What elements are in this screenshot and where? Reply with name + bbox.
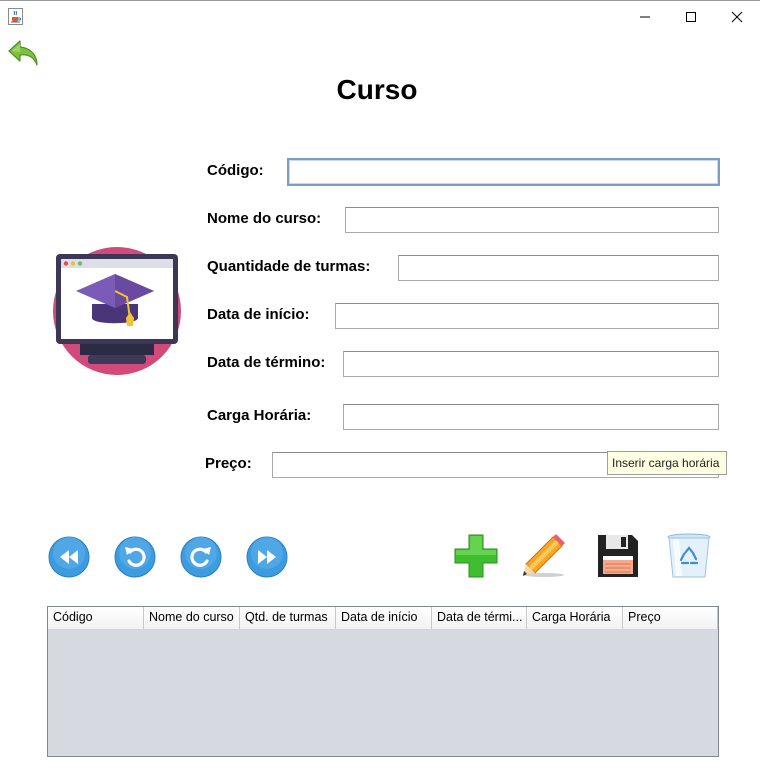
table-body [48, 630, 718, 756]
maximize-icon [686, 12, 696, 22]
window-titlebar [0, 0, 760, 32]
nome-label: Nome do curso: [207, 210, 322, 227]
previous-record-button[interactable] [114, 536, 156, 578]
preco-label: Preço: [205, 455, 252, 472]
codigo-label: Código: [207, 162, 264, 179]
column-header-data-inicio[interactable]: Data de início [336, 607, 432, 629]
quantidade-label: Quantidade de turmas: [207, 258, 371, 275]
column-header-nome[interactable]: Nome do curso [144, 607, 240, 629]
next-record-button[interactable] [180, 536, 222, 578]
last-record-button[interactable] [246, 536, 288, 578]
column-header-codigo[interactable]: Código [48, 607, 144, 629]
graduation-cap-monitor-icon [52, 247, 182, 377]
quantidade-field[interactable] [398, 255, 719, 281]
courses-table[interactable]: Código Nome do curso Qtd. de turmas Data… [47, 606, 719, 757]
first-record-button[interactable] [48, 536, 90, 578]
data-inicio-field[interactable] [335, 303, 719, 329]
last-record-icon [246, 536, 288, 578]
tooltip: Inserir carga horária [607, 451, 727, 475]
column-header-qtd-turmas[interactable]: Qtd. de turmas [240, 607, 336, 629]
delete-recycle-bin-icon [667, 533, 711, 578]
data-termino-label: Data de término: [207, 354, 326, 371]
close-icon [731, 11, 743, 23]
first-record-icon [48, 536, 90, 578]
maximize-button[interactable] [668, 2, 714, 32]
java-cup-icon [8, 8, 23, 25]
column-header-data-termino[interactable]: Data de térmi... [432, 607, 527, 629]
add-button[interactable] [452, 531, 500, 581]
close-button[interactable] [714, 2, 760, 32]
previous-record-icon [114, 536, 156, 578]
data-termino-field[interactable] [343, 351, 719, 377]
column-header-preco[interactable]: Preço [623, 607, 718, 629]
edit-button[interactable] [520, 531, 568, 581]
back-button[interactable] [6, 38, 42, 70]
minimize-icon [640, 16, 650, 18]
nome-field[interactable] [345, 207, 719, 233]
carga-horaria-field[interactable] [343, 404, 719, 430]
edit-pencil-icon [523, 534, 565, 577]
delete-button[interactable] [664, 531, 712, 581]
minimize-button[interactable] [622, 2, 668, 32]
save-floppy-icon [598, 535, 638, 577]
page-title: Curso [336, 74, 418, 105]
table-header: Código Nome do curso Qtd. de turmas Data… [48, 607, 718, 630]
codigo-field[interactable] [287, 158, 720, 186]
next-record-icon [180, 536, 222, 578]
back-arrow-icon [8, 40, 38, 66]
carga-horaria-label: Carga Horária: [207, 407, 312, 424]
column-header-carga-horaria[interactable]: Carga Horária [527, 607, 623, 629]
save-button[interactable] [594, 531, 642, 581]
add-icon [454, 534, 498, 578]
data-inicio-label: Data de início: [207, 306, 310, 323]
